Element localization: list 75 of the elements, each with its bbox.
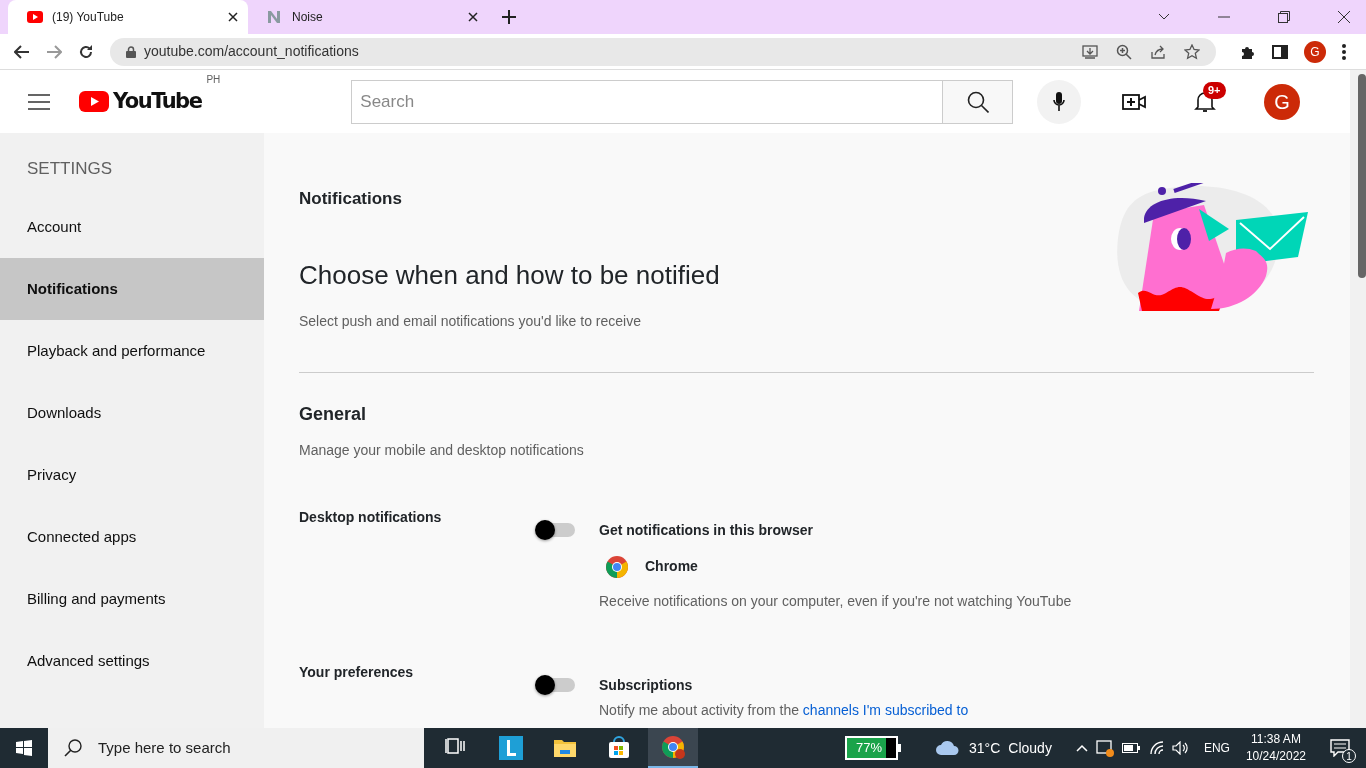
setting-title: Get notifications in this browser [599,520,814,540]
browser-tab[interactable]: Noise [248,0,488,34]
clock[interactable]: 11:38 AM 10/24/2022 [1245,731,1306,765]
battery-indicator: 77% [845,736,902,760]
profile-avatar[interactable]: G [1264,83,1300,120]
weather-label: Cloudy [1008,738,1052,758]
section-description: Manage your mobile and desktop notifications [299,440,585,460]
chevron-up-icon[interactable] [1075,744,1088,752]
windows-icon [16,740,32,756]
side-panel-icon[interactable] [1272,44,1288,59]
menu-icon[interactable] [28,93,50,110]
star-icon[interactable] [1184,43,1200,60]
meet-now-icon[interactable] [1095,739,1114,757]
close-icon[interactable] [468,12,478,22]
setting-description: Receive notifications on your computer, even if you're not watching YouTube [599,591,1072,611]
sidebar-item[interactable]: Advanced settings [0,630,264,692]
sidebar-item[interactable]: Billing and payments [0,568,264,630]
restore-icon[interactable] [1278,11,1290,23]
profile-avatar[interactable]: G [1304,40,1326,63]
notification-count: 1 [1342,749,1356,763]
section-title: Notifications [299,188,403,210]
store-bag-icon [607,736,631,760]
scrollbar-thumb[interactable] [1358,74,1366,278]
search-icon [966,90,989,113]
play-logo-icon [26,8,44,26]
search-field[interactable]: Search [351,79,944,124]
browser-name: Chrome [645,557,698,576]
sidebar-item[interactable]: Playback and performance [0,320,264,382]
sidebar-item[interactable]: Notifications [0,258,264,320]
launcher-app-icon [499,736,523,760]
forward-icon[interactable] [46,44,62,59]
battery-icon[interactable] [1121,743,1140,753]
tab-search-icon[interactable] [1158,13,1170,21]
notification-badge: 9+ [1203,81,1226,99]
zoom-icon[interactable] [1116,43,1132,60]
page-heading: Choose when and how to be notified [299,258,720,292]
new-tab-icon[interactable] [502,10,516,24]
browser-logo-icon [605,554,629,579]
lock-icon [126,45,136,58]
tab-title: (19) YouTube [52,9,125,26]
temperature: 31°C [969,738,1001,758]
search-button[interactable] [943,79,1014,124]
more-icon[interactable] [1342,43,1346,60]
setting-title: Subscriptions [599,675,694,695]
language-indicator[interactable]: ENG [1203,739,1230,757]
taskbar-search[interactable]: Type here to search [48,728,424,768]
wifi-icon[interactable] [1149,741,1166,755]
tab-title: Noise [292,9,324,26]
browser-logo-icon [661,735,685,759]
sidebar-item[interactable]: Privacy [0,444,264,506]
sidebar-title: SETTINGS [26,158,113,180]
reload-icon[interactable] [78,43,94,60]
setting-group-label: Your preferences [299,662,415,682]
region-label: PH [206,72,221,87]
setting-group-label: Desktop notifications [299,507,443,527]
install-icon[interactable] [1082,43,1098,60]
search-icon [64,739,82,757]
share-icon[interactable] [1150,43,1166,60]
page-subheading: Select push and email notifications you'd like to receive [299,311,642,331]
sidebar-item[interactable]: Account [0,196,264,258]
link[interactable]: channels I'm subscribed to [802,701,969,718]
toggle-switch[interactable] [535,674,577,695]
section-title: General [299,402,368,426]
speaker-icon[interactable] [1171,741,1188,755]
close-icon[interactable] [1338,11,1350,23]
back-icon[interactable] [14,44,30,59]
video-plus-icon[interactable] [1122,92,1146,111]
browser-tab[interactable]: (19) YouTube [8,0,248,34]
microphone-icon [1053,91,1066,112]
sidebar-item[interactable]: Connected apps [0,506,264,568]
setting-description: Notify me about activity from the channels I'm subscribed to [599,700,969,720]
sidebar-item[interactable]: Downloads [0,382,264,444]
play-logo-icon [79,91,109,112]
toggle-switch[interactable] [535,519,577,540]
close-icon[interactable] [228,12,238,22]
